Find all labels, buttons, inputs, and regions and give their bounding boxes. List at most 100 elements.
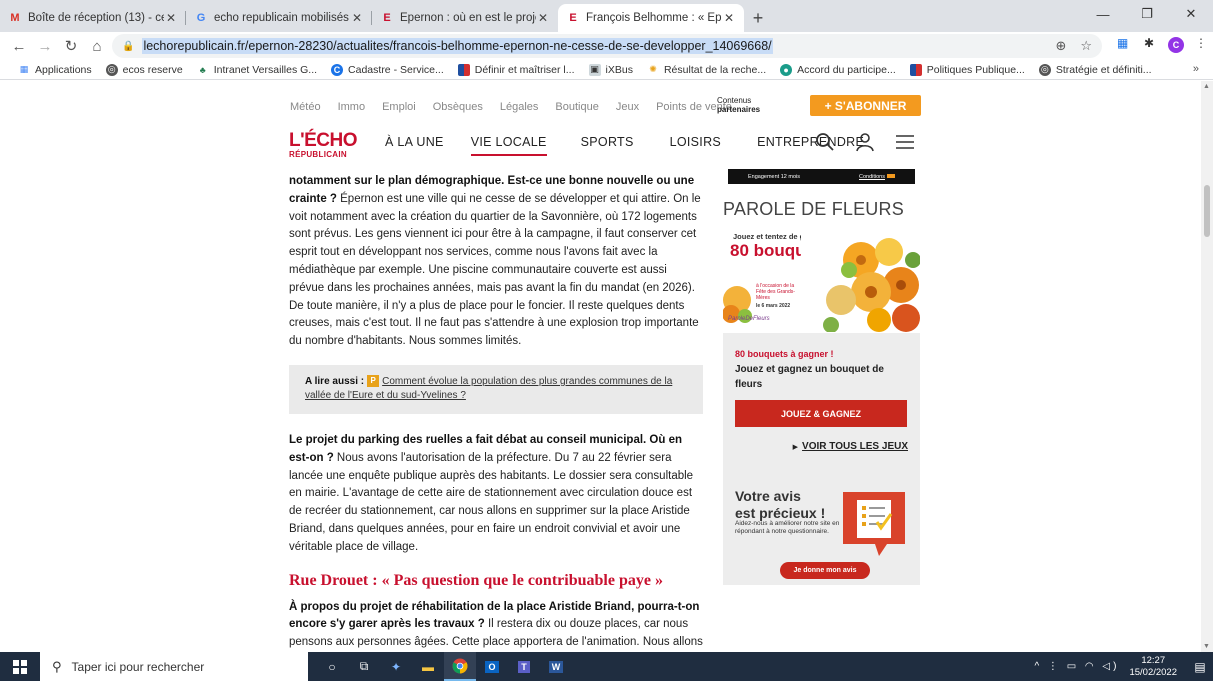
cadastre-icon: C: [331, 63, 344, 76]
clock[interactable]: 12:27 15/02/2022: [1129, 655, 1177, 679]
article-paragraph: Le projet du parking des ruelles a fait …: [289, 433, 694, 553]
triangle-right-icon: ▶: [792, 444, 799, 451]
scroll-up-icon[interactable]: ▲: [1203, 83, 1210, 90]
tab-google[interactable]: G echo republicain mobilisés contr ✕: [186, 4, 372, 32]
bookmark-item[interactable]: ◎ Stratégie et définiti...: [1038, 63, 1152, 76]
contest-highlight: 80 bouquets à gagner !: [735, 349, 834, 359]
subscribe-button[interactable]: + S'ABONNER: [810, 95, 921, 116]
flag-icon: [909, 63, 922, 76]
tab-echo-1[interactable]: E Épernon : où en est le projet de ✕: [372, 4, 558, 32]
new-tab-button[interactable]: +: [744, 4, 772, 32]
tray-icons[interactable]: ^ ⋮ ▭ ◠ ◁): [1034, 661, 1119, 672]
cortana-icon[interactable]: ○: [316, 652, 348, 681]
user-icon[interactable]: [855, 132, 875, 152]
close-icon[interactable]: ✕: [722, 11, 736, 25]
survey-title: Votre avis est précieux !: [735, 488, 826, 521]
play-button[interactable]: JOUEZ & GAGNEZ: [735, 400, 907, 427]
promo-strip[interactable]: Engagement 12 mois Conditions: [728, 169, 915, 184]
file-explorer-icon[interactable]: ▬: [412, 652, 444, 681]
toplink-jeux[interactable]: Jeux: [616, 101, 639, 113]
sidebar-section-title: PAROLE DE FLEURS: [723, 199, 904, 219]
tab-echo-active[interactable]: E François Belhomme : « Épernon ✕: [558, 4, 744, 32]
scroll-down-icon[interactable]: ▼: [1203, 643, 1210, 650]
bookmark-item[interactable]: C Cadastre - Service...: [331, 63, 444, 76]
page-scrollbar[interactable]: ▲ ▼: [1201, 81, 1213, 652]
ixbus-icon: ▣: [588, 63, 601, 76]
windows-start-icon[interactable]: [0, 652, 40, 681]
search-icon[interactable]: [815, 132, 835, 152]
apps-icon: ▦: [19, 64, 29, 74]
bookmark-item[interactable]: ▣ iXBus: [588, 63, 633, 76]
taskbar-search[interactable]: ⚲ Taper ici pour rechercher: [40, 652, 308, 681]
bookmark-item[interactable]: ◎ ecos reserve: [105, 63, 183, 76]
task-view-icon[interactable]: ⧉: [348, 652, 380, 681]
bookmark-star-icon[interactable]: ☆: [1080, 38, 1092, 54]
hamburger-menu-icon[interactable]: [895, 132, 915, 152]
nav-sports[interactable]: SPORTS: [581, 135, 634, 156]
outlook-icon[interactable]: O: [476, 652, 508, 681]
back-icon[interactable]: ←: [6, 38, 32, 55]
window-controls: — ❐ ✕: [1081, 0, 1213, 28]
partner-content-link[interactable]: Contenus partenaires: [717, 96, 760, 114]
close-icon[interactable]: ✕: [536, 11, 550, 25]
star-icon: ✺: [649, 64, 657, 74]
home-icon[interactable]: ⌂: [84, 38, 110, 55]
nav-a-la-une[interactable]: À LA UNE: [385, 135, 444, 156]
restore-icon[interactable]: ❐: [1125, 0, 1169, 28]
tab-gmail[interactable]: M Boîte de réception (13) - cecile.k ✕: [0, 4, 186, 32]
url-text[interactable]: lechorepublicain.fr/epernon-28230/actual…: [142, 38, 773, 54]
toplink-legales[interactable]: Légales: [500, 101, 539, 113]
profile-avatar[interactable]: C: [1168, 37, 1184, 53]
flower-bouquet-icon: [801, 230, 920, 332]
all-games-link[interactable]: ▶ VOIR TOUS LES JEUX: [793, 441, 908, 452]
minimize-icon[interactable]: —: [1081, 0, 1125, 28]
system-tray: ^ ⋮ ▭ ◠ ◁) 12:27 15/02/2022 ▤: [1034, 652, 1213, 681]
survey-card: Votre avis est précieux ! Aidez-nous à a…: [723, 480, 920, 585]
bookmarks-more-icon[interactable]: »: [1193, 63, 1199, 75]
bookmark-item[interactable]: Politiques Publique...: [909, 63, 1025, 76]
tab-title: François Belhomme : « Épernon: [586, 12, 722, 24]
puzzle-icon[interactable]: ✱: [1144, 36, 1154, 50]
toplink-boutique[interactable]: Boutique: [555, 101, 598, 113]
reload-icon[interactable]: ↻: [58, 37, 84, 55]
close-icon[interactable]: ✕: [350, 11, 364, 25]
teams-icon[interactable]: T: [508, 652, 540, 681]
bookmark-item[interactable]: ▦ Applications: [18, 64, 92, 76]
toplink-obseques[interactable]: Obsèques: [433, 101, 483, 113]
word-icon[interactable]: W: [540, 652, 572, 681]
bookmark-item[interactable]: ✺ Résultat de la reche...: [647, 64, 766, 76]
bookmark-item[interactable]: Définir et maîtriser l...: [457, 63, 575, 76]
close-icon[interactable]: ✕: [164, 11, 178, 25]
zoom-icon[interactable]: ⊕: [1055, 38, 1066, 54]
contest-image[interactable]: Jouez et tentez de gagner 80 bouquets* à: [723, 228, 920, 333]
extension-icon[interactable]: ▦: [1117, 36, 1128, 50]
menu-kebab-icon[interactable]: ⋮: [1195, 36, 1207, 50]
windows-taskbar: ⚲ Taper ici pour rechercher ○ ⧉ ✦ ▬ O T …: [0, 652, 1213, 681]
article-paragraph: À propos du projet de réhabilitation de …: [289, 600, 703, 649]
circle-icon: ●: [780, 63, 793, 76]
toplink-emploi[interactable]: Emploi: [382, 101, 416, 113]
article-subheading: Rue Drouet : « Pas question que le contr…: [289, 571, 663, 589]
site-top-links: Météo Immo Emploi Obsèques Légales Bouti…: [290, 101, 732, 113]
toplink-meteo[interactable]: Météo: [290, 101, 321, 113]
app-icon[interactable]: ✦: [380, 652, 412, 681]
toplink-immo[interactable]: Immo: [338, 101, 366, 113]
google-icon: G: [196, 12, 206, 24]
bookmark-item[interactable]: ● Accord du participe...: [780, 63, 896, 76]
tab-title: Épernon : où en est le projet de: [400, 12, 536, 24]
survey-chat-icon: [843, 492, 905, 556]
browser-toolbar: ← → ↻ ⌂ 🔒 lechorepublicain.fr/epernon-28…: [0, 32, 1213, 60]
lock-icon[interactable]: 🔒: [122, 41, 134, 52]
nav-loisirs[interactable]: LOISIRS: [670, 135, 721, 156]
forward-icon[interactable]: →: [32, 38, 58, 55]
chrome-icon[interactable]: [444, 652, 476, 681]
gmail-icon: M: [10, 12, 20, 24]
site-logo[interactable]: L'ÉCHO RÉPUBLICAIN: [289, 131, 358, 159]
survey-button[interactable]: Je donne mon avis: [780, 562, 870, 579]
notification-icon[interactable]: ▤: [1187, 660, 1213, 674]
scrollbar-thumb[interactable]: [1204, 185, 1210, 237]
address-bar[interactable]: 🔒 lechorepublicain.fr/epernon-28230/actu…: [112, 34, 1102, 58]
bookmark-item[interactable]: ♣ Intranet Versailles G...: [197, 64, 317, 76]
close-window-icon[interactable]: ✕: [1169, 0, 1213, 28]
nav-vie-locale[interactable]: VIE LOCALE: [470, 135, 547, 156]
